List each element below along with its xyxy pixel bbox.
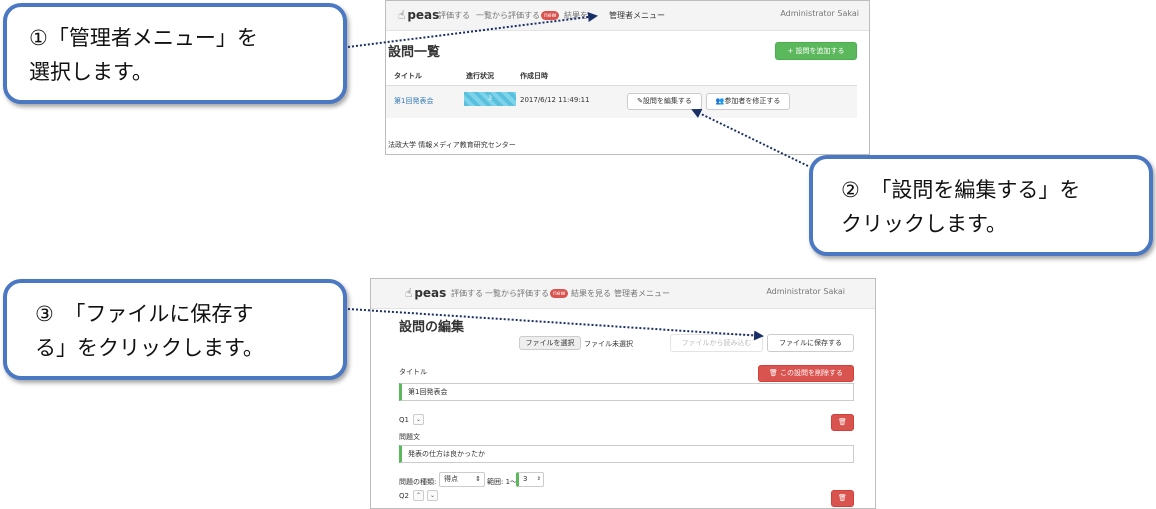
arrow-step-2 bbox=[691, 109, 809, 167]
pointer-arrows bbox=[347, 12, 809, 341]
arrow-step-1 bbox=[347, 12, 598, 48]
arrow-step-3 bbox=[347, 308, 764, 341]
